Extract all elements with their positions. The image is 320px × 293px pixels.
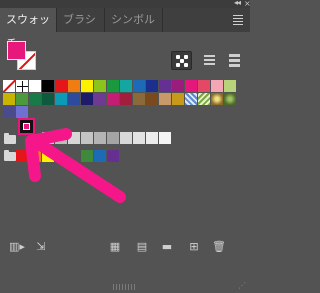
- swatch-cell[interactable]: [16, 93, 29, 106]
- swatch-cell[interactable]: [42, 132, 55, 145]
- panel-menu-icon[interactable]: [233, 15, 243, 27]
- swatch-cell[interactable]: [29, 150, 42, 163]
- fill-stroke-indicator: [7, 41, 37, 71]
- swatch-cell[interactable]: [16, 150, 29, 163]
- new-swatch-icon[interactable]: ⊞: [186, 240, 202, 254]
- small-list-view-button[interactable]: [199, 51, 220, 70]
- swatch-cell[interactable]: [120, 132, 133, 145]
- pattern-swatch[interactable]: [211, 93, 224, 106]
- swatch-cell[interactable]: [159, 132, 172, 145]
- swatch-cell[interactable]: [172, 80, 185, 93]
- registration-swatch[interactable]: [16, 80, 29, 93]
- swatch-cell[interactable]: [81, 132, 94, 145]
- swatch-cell[interactable]: [81, 93, 94, 106]
- swatch-cell[interactable]: [224, 80, 237, 93]
- color-group-folder-icon[interactable]: [4, 150, 16, 161]
- swatch-cell[interactable]: [29, 80, 42, 93]
- swatch-cell[interactable]: [94, 80, 107, 93]
- fill-swatch[interactable]: [7, 41, 26, 60]
- color-group-icon[interactable]: ▦: [107, 240, 123, 254]
- delete-swatch-icon[interactable]: 🗑: [211, 240, 227, 254]
- swatch-cell[interactable]: [42, 93, 55, 106]
- place-swatches-icon[interactable]: ⇲: [33, 240, 49, 254]
- panel-title-strip: ◂◂ ×: [0, 0, 251, 8]
- none-swatch[interactable]: [3, 80, 16, 93]
- swatch-cell[interactable]: [42, 150, 55, 163]
- large-list-view-button[interactable]: [224, 51, 245, 70]
- resize-grip-icon[interactable]: [113, 284, 137, 290]
- swatch-cell[interactable]: [81, 80, 94, 93]
- swatch-grid: [3, 74, 247, 168]
- new-color-group-icon[interactable]: ▬: [159, 240, 175, 254]
- swatch-libraries-icon[interactable]: ▥▸: [9, 240, 25, 254]
- swatch-cell[interactable]: [120, 80, 133, 93]
- swatch-cell[interactable]: [185, 80, 198, 93]
- swatch-cell[interactable]: [107, 132, 120, 145]
- tab-brushes[interactable]: ブラシ: [57, 8, 105, 32]
- swatch-cell[interactable]: [107, 150, 120, 163]
- pattern-swatch[interactable]: [185, 93, 198, 106]
- tab-bar: スウォッチ ブラシ シンボル: [0, 8, 250, 50]
- swatch-cell[interactable]: [172, 93, 185, 106]
- show-swatch-kinds-button[interactable]: [171, 51, 192, 70]
- swatch-cell[interactable]: [107, 80, 120, 93]
- swatch-cell[interactable]: [211, 80, 224, 93]
- swatch-cell[interactable]: [133, 132, 146, 145]
- collapse-panel-icon[interactable]: ◂◂: [234, 0, 241, 8]
- swatch-cell[interactable]: [146, 132, 159, 145]
- swatch-cell[interactable]: [68, 80, 81, 93]
- swatch-cell[interactable]: [94, 150, 107, 163]
- corner-resize-icon[interactable]: ⋰: [238, 281, 246, 290]
- swatch-cell[interactable]: [3, 93, 16, 106]
- swatch-cell[interactable]: [55, 80, 68, 93]
- color-group-folder-icon[interactable]: [4, 133, 16, 144]
- swatch-cell[interactable]: [133, 80, 146, 93]
- swatch-cell[interactable]: [159, 93, 172, 106]
- swatch-cell[interactable]: [94, 132, 107, 145]
- swatch-cell[interactable]: [29, 93, 42, 106]
- swatch-cell[interactable]: [146, 80, 159, 93]
- selected-swatch[interactable]: [18, 118, 35, 135]
- swatch-cell[interactable]: [3, 106, 16, 119]
- swatch-cell[interactable]: [133, 93, 146, 106]
- tab-symbols[interactable]: シンボル: [105, 8, 163, 32]
- swatch-cell[interactable]: [107, 93, 120, 106]
- pattern-swatch[interactable]: [224, 93, 237, 106]
- pattern-swatch[interactable]: [198, 93, 211, 106]
- swatch-cell[interactable]: [159, 80, 172, 93]
- swatch-cell[interactable]: [120, 93, 133, 106]
- swatch-cell[interactable]: [146, 93, 159, 106]
- swatch-cell[interactable]: [55, 93, 68, 106]
- bottom-toolbar: ▥▸ ⇲ ▦ ▤ ▬ ⊞ 🗑 ⋰: [0, 230, 250, 293]
- swatch-cell[interactable]: [68, 132, 81, 145]
- show-swatch-kinds-icon: [176, 55, 188, 67]
- swatch-cell[interactable]: [198, 80, 211, 93]
- swatch-options-icon[interactable]: ▤: [134, 240, 150, 254]
- swatch-cell[interactable]: [42, 80, 55, 93]
- swatch-cell[interactable]: [55, 132, 68, 145]
- swatch-cell[interactable]: [94, 93, 107, 106]
- swatch-cell[interactable]: [68, 93, 81, 106]
- tab-swatches[interactable]: スウォッチ: [0, 8, 57, 50]
- swatch-cell[interactable]: [81, 150, 94, 163]
- selected-swatch-inner: [23, 123, 30, 130]
